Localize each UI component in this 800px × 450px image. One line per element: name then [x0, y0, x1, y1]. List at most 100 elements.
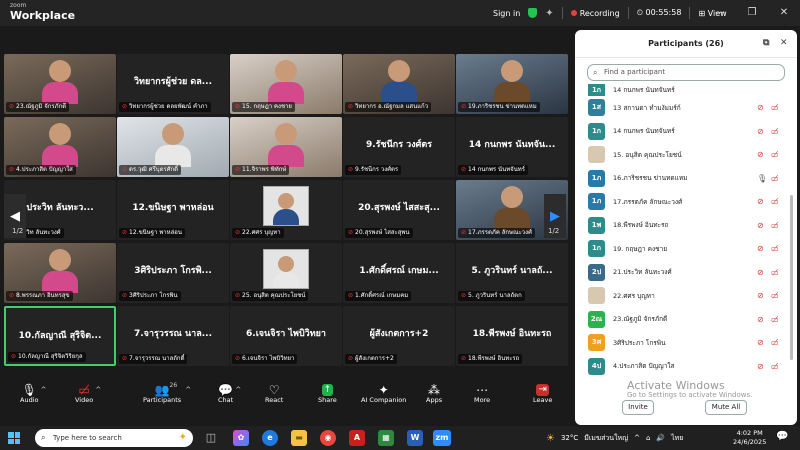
minimize-icon[interactable]: —	[704, 0, 736, 26]
participant-row[interactable]: 3ศ 3ศิริประภา โกรพิน ⊘ ▭̸	[575, 331, 789, 355]
audio-button[interactable]: 🎙 ^ Audio	[20, 382, 46, 404]
zoom-taskbar-icon[interactable]: zm	[433, 430, 451, 446]
more-button[interactable]: ⋯ More	[474, 382, 490, 404]
mute-all-button[interactable]: Mute All	[705, 400, 747, 415]
ai-spark-icon[interactable]: ✦	[545, 8, 553, 19]
video-tile[interactable]: ⊘ 25. อนุสิต คุณประโยชน์	[230, 243, 342, 303]
shield-icon[interactable]	[528, 8, 538, 18]
clock[interactable]: 4:02 PM 24/6/2025	[733, 429, 766, 447]
tray-chevron-icon[interactable]: ^	[634, 434, 640, 442]
copilot-icon[interactable]: ✿	[233, 430, 249, 446]
video-tile[interactable]: 18.พีรพงษ์ อินทะรถ ⊘ 18.พีรพงษ์ อินทะรถ	[456, 306, 568, 366]
leave-button[interactable]: ⇥ Leave	[533, 382, 552, 404]
video-tile[interactable]: 7.จารุวรรณ นาล... ⊘ 7.จารุวรรณ นาลถักดิ์	[117, 306, 229, 366]
mic-muted-icon[interactable]: ⊘	[757, 291, 764, 300]
video-tile[interactable]: ⊘ 22.ศศร บุญทา	[230, 180, 342, 240]
close-icon[interactable]: ✕	[768, 0, 800, 26]
video-tile[interactable]: ⊘ 8.พรรณภา อินทรสุข	[4, 243, 116, 303]
mic-muted-icon[interactable]: ⊘	[757, 338, 764, 347]
participants-button[interactable]: 👥 26 ^ Participants	[143, 382, 191, 404]
popout-icon[interactable]: ⧉	[763, 38, 769, 48]
participant-row[interactable]: 1ก 19. กฤษฎา คงชาย ⊘ ▭̸	[575, 237, 789, 261]
apps-button[interactable]: ⁂ Apps	[426, 382, 442, 404]
video-off-icon[interactable]: ▭̸	[771, 221, 779, 230]
chat-caret-icon[interactable]: ^	[235, 386, 241, 394]
react-button[interactable]: ♡ React	[265, 382, 283, 404]
mic-muted-icon[interactable]: ⊘	[757, 197, 764, 206]
ai-companion-button[interactable]: ✦ AI Companion	[361, 382, 406, 404]
video-tile[interactable]: 12.ขนิษฐา พาหล่อน ⊘ 12.ขนิษฐา พาหล่อน	[117, 180, 229, 240]
notification-icon[interactable]: 💬	[776, 431, 788, 442]
video-off-icon[interactable]: ▭̸	[771, 362, 779, 371]
chrome-icon[interactable]: ◉	[320, 430, 336, 446]
video-off-icon[interactable]: ▭̸	[771, 338, 779, 347]
video-off-icon[interactable]: ▭̸	[771, 315, 779, 324]
word-icon[interactable]: W	[407, 430, 423, 446]
participant-row[interactable]: 1ก 14 กนกพร นันทจันทร์ ⊘ ▭̸	[575, 120, 789, 144]
video-tile[interactable]: 9.รัชนีกร วงศ์ตร ⊘ 9.รัชนีกร วงศ์ตร	[343, 117, 455, 177]
participant-row[interactable]: 4ป 4.ประภาสิต ปัญญาใส ⊘ ▭̸	[575, 355, 789, 379]
participant-row[interactable]: 1พ 18.พีรพงษ์ อินทะรถ ⊘ ▭̸	[575, 214, 789, 238]
participant-row[interactable]: 2ณ 23.ณัฐภูมิ จักรภักดี ⊘ ▭̸	[575, 308, 789, 332]
video-tile[interactable]: 1.ศักดิ์ศรณ์ เกษม... ⊘ 1.ศักดิ์ศรณ์ เกษมคม	[343, 243, 455, 303]
mic-muted-icon[interactable]: ⊘	[757, 268, 764, 277]
video-button[interactable]: ▭̸ ^ Video	[75, 382, 101, 404]
participant-row[interactable]: 2ป 21.ประวิท ลันทะวงศ์ ⊘ ▭̸	[575, 261, 789, 285]
participant-row[interactable]: 22.ศศร บุญทา ⊘ ▭̸	[575, 284, 789, 308]
video-tile[interactable]: ⊘ 15. กฤษฎา คงชาย	[230, 54, 342, 114]
recording-indicator[interactable]: Recording	[570, 9, 620, 18]
participant-row[interactable]: 1ภ 17.ภรรตภัค ลักษณะวงศ์ ⊘ ▭̸	[575, 190, 789, 214]
video-off-icon[interactable]: ▭̸	[771, 268, 779, 277]
sign-in-button[interactable]: Sign in	[493, 9, 520, 18]
video-tile[interactable]: ⊘ 23.ณัฐภูมิ จักรภักดี	[4, 54, 116, 114]
video-tile[interactable]: 20.สุรพงษ์ ไสสะสุ... ⊘ 20.สุรพงษ์ ไสสะสุพน	[343, 180, 455, 240]
video-tile[interactable]: 5. ภูวรินทร์ นาลถั... ⊘ 5. ภูวรินทร์ นาลถั…	[456, 243, 568, 303]
spreadsheet-icon[interactable]: ▦	[378, 430, 394, 446]
participant-search-input[interactable]: ⌕ Find a participant	[587, 64, 785, 81]
maximize-icon[interactable]: ❐	[736, 0, 768, 26]
mic-muted-icon[interactable]: ⊘	[757, 103, 764, 112]
video-off-icon[interactable]: ▭̸	[771, 127, 779, 136]
video-tile[interactable]: วิทยากรผู้ช่วย ดล... ⊘ วิทยากรผู้ช่วย ดลยพ…	[117, 54, 229, 114]
video-off-icon[interactable]: ▭̸	[771, 291, 779, 300]
task-view-icon[interactable]: ◫	[203, 430, 219, 446]
participants-caret-icon[interactable]: ^	[185, 386, 191, 394]
video-off-icon[interactable]: ▭̸	[771, 244, 779, 253]
video-tile[interactable]: 3ศิริประภา โกรพิ... ⊘ 3ศิริประภา โกรพิน	[117, 243, 229, 303]
audio-caret-icon[interactable]: ^	[41, 386, 47, 394]
mic-muted-icon[interactable]: ⊘	[757, 221, 764, 230]
video-tile[interactable]: ⊘ 4.ประภาสิต ปัญญาใส	[4, 117, 116, 177]
mic-muted-icon[interactable]: ⊘	[757, 244, 764, 253]
start-button[interactable]	[8, 432, 20, 444]
file-explorer-icon[interactable]: ▬	[291, 430, 307, 446]
video-tile[interactable]: 10.กัลญาณี สุริจิต... ⊘ 10.กัลญาณี สุริจิต…	[4, 306, 116, 366]
close-panel-icon[interactable]: ✕	[780, 38, 788, 48]
microphone-icon[interactable]: 🎙	[757, 174, 767, 183]
video-off-icon[interactable]: ▭̸	[771, 150, 779, 159]
video-off-icon[interactable]: ▭̸	[771, 174, 779, 183]
video-tile[interactable]: ⊘ ดร.วุฒิ ศรีบุตรศักดิ์	[117, 117, 229, 177]
invite-button[interactable]: Invite	[622, 400, 654, 415]
mic-muted-icon[interactable]: ⊘	[757, 315, 764, 324]
panel-scrollbar[interactable]	[790, 195, 793, 360]
video-tile[interactable]: ผู้สังเกตการ+2 ⊘ ผู้สังเกตการ+2	[343, 306, 455, 366]
video-tile[interactable]: 14 กนกพร นันทจัน... ⊘ 14 กนกพร นันทจันทร์	[456, 117, 568, 177]
input-language[interactable]: ไทย	[671, 433, 683, 444]
video-tile[interactable]: ⊘ 19.ภาริชรชน ข่านทดแหม	[456, 54, 568, 114]
acrobat-icon[interactable]: A	[349, 430, 365, 446]
chat-button[interactable]: 💬 ^ Chat	[218, 382, 241, 404]
edge-icon[interactable]: e	[262, 430, 278, 446]
video-caret-icon[interactable]: ^	[95, 386, 101, 394]
video-tile[interactable]: ⊘ วิทยากร อ.ณัฐกมล แสนแก้ว	[343, 54, 455, 114]
taskbar-search-box[interactable]: ⌕ Type here to search ✦	[35, 429, 193, 447]
video-tile[interactable]: ⊘ 11.จิราพร พิทักษ์	[230, 117, 342, 177]
weather-icon[interactable]: ☀	[546, 433, 555, 444]
network-icon[interactable]: ⌂	[646, 434, 650, 442]
video-off-icon[interactable]: ▭̸	[771, 103, 779, 112]
participant-row[interactable]: 1ส 13 สกานดา ทำมงัมมร์ก์ ⊘ ▭̸	[575, 96, 789, 120]
mic-muted-icon[interactable]: ⊘	[757, 362, 764, 371]
video-tile[interactable]: 6.เจนจิรา ไพบิวิทยา ⊘ 6.เจนจิรา ไพบิวิทยา	[230, 306, 342, 366]
share-button[interactable]: ↑ Share	[318, 382, 337, 404]
participant-row[interactable]: 15. อนุสิต คุณประโยชน์ ⊘ ▭̸	[575, 143, 789, 167]
volume-icon[interactable]: 🔊	[656, 434, 665, 442]
